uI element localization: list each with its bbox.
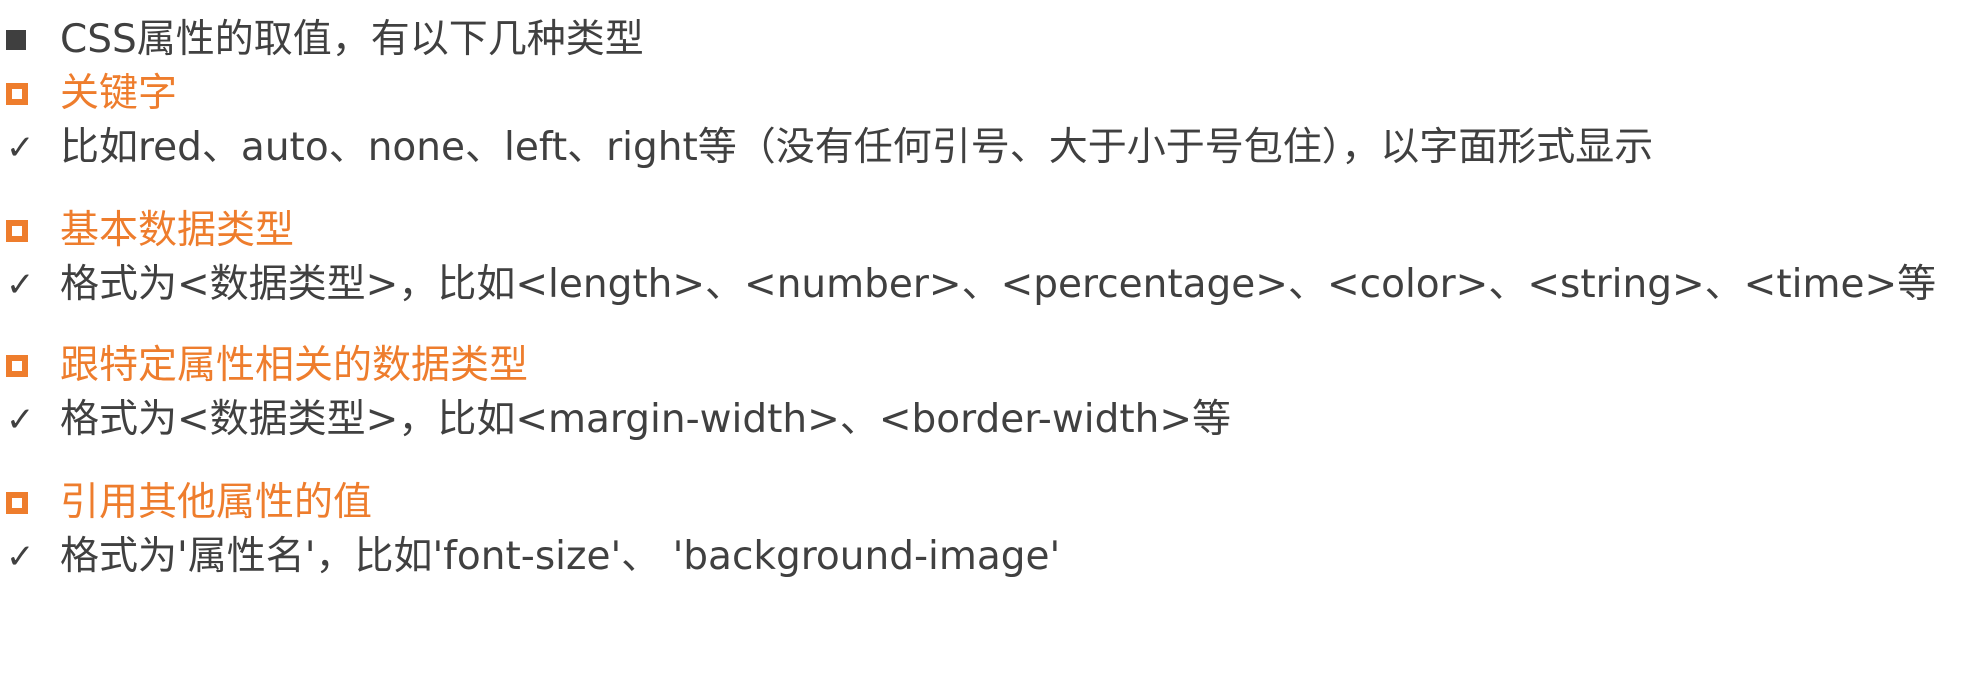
filled-square-icon (6, 30, 26, 50)
detail-bullet: ✓ (0, 120, 60, 176)
hollow-square-icon (6, 355, 28, 377)
section-detail: 比如red、auto、none、left、right等（没有任何引号、大于小于号… (60, 125, 1654, 170)
section-heading: 跟特定属性相关的数据类型 (60, 343, 529, 388)
section-heading: 引用其他属性的值 (60, 480, 373, 525)
detail-bullet: ✓ (0, 529, 60, 585)
section-heading: 基本数据类型 (60, 208, 295, 253)
checkmark-icon: ✓ (6, 537, 35, 577)
checkmark-icon: ✓ (6, 400, 35, 440)
heading-bullet (0, 220, 60, 242)
section-detail-keywords: ✓ 比如red、auto、none、left、right等（没有任何引号、大于小… (0, 120, 1653, 176)
section-heading-basic-types: 基本数据类型 (0, 203, 294, 259)
hollow-square-icon (6, 492, 28, 514)
detail-bullet: ✓ (0, 392, 60, 448)
section-heading-property-reference: 引用其他属性的值 (0, 475, 372, 531)
heading-bullet (0, 492, 60, 514)
section-heading: 关键字 (60, 71, 178, 116)
intro-line: CSS属性的取值，有以下几种类型 (0, 12, 644, 68)
detail-bullet: ✓ (0, 257, 60, 313)
intro-bullet (0, 30, 60, 50)
section-detail: 格式为<数据类型>，比如<length>、<number>、<percentag… (60, 262, 1937, 307)
hollow-square-icon (6, 220, 28, 242)
heading-bullet (0, 83, 60, 105)
section-heading-property-types: 跟特定属性相关的数据类型 (0, 338, 528, 394)
hollow-square-icon (6, 83, 28, 105)
section-detail: 格式为<数据类型>，比如<margin-width>、<border-width… (60, 397, 1232, 442)
section-detail-basic-types: ✓ 格式为<数据类型>，比如<length>、<number>、<percent… (0, 257, 1936, 313)
section-heading-keywords: 关键字 (0, 66, 177, 122)
section-detail: 格式为'属性名'，比如'font-size'、 'background-imag… (60, 534, 1061, 579)
checkmark-icon: ✓ (6, 128, 35, 168)
checkmark-icon: ✓ (6, 265, 35, 305)
section-detail-property-types: ✓ 格式为<数据类型>，比如<margin-width>、<border-wid… (0, 392, 1231, 448)
intro-text: CSS属性的取值，有以下几种类型 (60, 17, 644, 62)
section-detail-property-reference: ✓ 格式为'属性名'，比如'font-size'、 'background-im… (0, 529, 1060, 585)
heading-bullet (0, 355, 60, 377)
